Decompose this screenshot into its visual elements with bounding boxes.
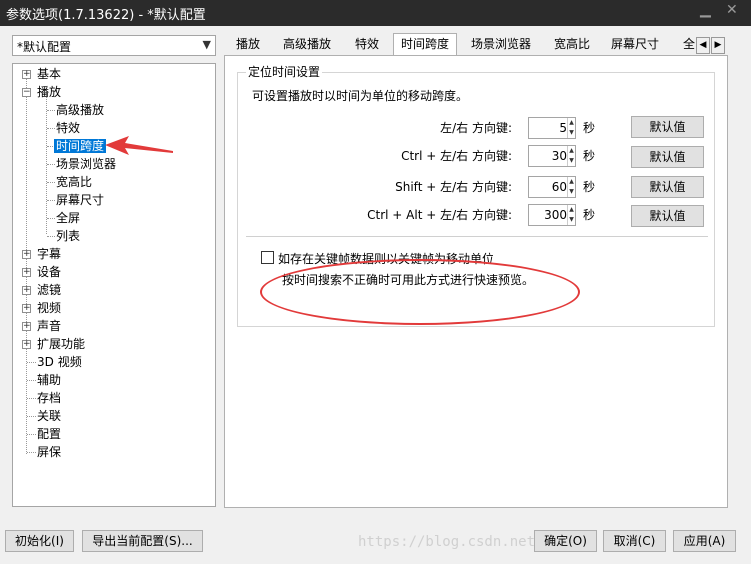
tree-item-devices[interactable]: 设备 [37, 263, 61, 281]
tree-item-extensions[interactable]: 扩展功能 [37, 335, 85, 353]
expand-icon[interactable]: + [22, 340, 31, 349]
label-left-right: 左/右 方向键: [440, 121, 512, 135]
spin-arrows-icon[interactable]: ▲ ▼ [567, 205, 575, 225]
tree-item-video[interactable]: 视频 [37, 299, 61, 317]
expand-icon[interactable]: + [22, 304, 31, 313]
tab-aspect-ratio[interactable]: 宽高比 [546, 33, 598, 55]
minimize-icon[interactable]: ▁ [700, 2, 711, 18]
seek-left-right-spinbox[interactable]: 5 ▲ ▼ [528, 117, 576, 139]
expand-icon[interactable]: + [22, 286, 31, 295]
keyframe-checkbox[interactable] [261, 251, 274, 264]
tab-scroll-right-icon[interactable]: ▶ [711, 37, 725, 54]
group-description: 可设置播放时以时间为单位的移动跨度。 [252, 89, 469, 103]
label-shift-left-right: Shift + 左/右 方向键: [395, 180, 512, 194]
tree-item-association[interactable]: 关联 [37, 407, 61, 425]
tab-panel-time-span: 定位时间设置 可设置播放时以时间为单位的移动跨度。 左/右 方向键: 5 ▲ ▼ … [224, 55, 728, 508]
seek-shift-spinbox[interactable]: 60 ▲ ▼ [528, 176, 576, 198]
tree-item-screensaver[interactable]: 屏保 [37, 443, 61, 461]
tab-screen-size[interactable]: 屏幕尺寸 [603, 33, 667, 55]
spin-arrows-icon[interactable]: ▲ ▼ [567, 146, 575, 166]
tree-item-basic[interactable]: 基本 [37, 65, 61, 83]
seek-ctrl-alt-spinbox[interactable]: 300 ▲ ▼ [528, 204, 576, 226]
tree-item-advanced-playback[interactable]: 高级播放 [56, 101, 104, 119]
tree-item-subtitles[interactable]: 字幕 [37, 245, 61, 263]
tree-item-aspect-ratio[interactable]: 宽高比 [56, 173, 92, 191]
chevron-down-icon[interactable]: ▼ [203, 38, 211, 51]
label-ctrl-alt-left-right: Ctrl + Alt + 左/右 方向键: [367, 208, 512, 222]
tab-scroll-left-icon[interactable]: ◀ [696, 37, 710, 54]
init-button[interactable]: 初始化(I) [5, 530, 74, 552]
spin-arrows-icon[interactable]: ▲ ▼ [567, 177, 575, 197]
settings-tree: + 基本 − 播放 高级播放 特效 时间跨度 场景浏览器 宽高比 屏幕尺寸 全屏… [12, 63, 216, 507]
tree-item-config[interactable]: 配置 [37, 425, 61, 443]
cancel-button[interactable]: 取消(C) [603, 530, 666, 552]
expand-icon[interactable]: + [22, 70, 31, 79]
tab-playback[interactable]: 播放 [228, 33, 268, 55]
default-button-ctrl[interactable]: 默认值 [631, 146, 704, 168]
ok-button[interactable]: 确定(O) [534, 530, 597, 552]
seek-ctrl-spinbox[interactable]: 30 ▲ ▼ [528, 145, 576, 167]
divider [246, 236, 708, 237]
export-config-button[interactable]: 导出当前配置(S)... [82, 530, 203, 552]
profile-combobox-value: *默认配置 [17, 40, 72, 54]
tree-item-accessibility[interactable]: 辅助 [37, 371, 61, 389]
apply-button[interactable]: 应用(A) [673, 530, 736, 552]
spin-arrows-icon[interactable]: ▲ ▼ [567, 118, 575, 138]
tree-item-3d-video[interactable]: 3D 视频 [37, 353, 82, 371]
title-bar: 参数选项(1.7.13622) - *默认配置 ▁ ✕ [0, 0, 751, 26]
tab-time-span[interactable]: 时间跨度 [393, 33, 458, 56]
red-ellipse-annotation [260, 259, 580, 325]
tab-advanced-playback[interactable]: 高级播放 [275, 33, 339, 55]
expand-icon[interactable]: + [22, 322, 31, 331]
tree-item-effects[interactable]: 特效 [56, 119, 80, 137]
expand-icon[interactable]: + [22, 268, 31, 277]
tree-item-playlist[interactable]: 列表 [56, 227, 80, 245]
window-title: 参数选项(1.7.13622) - *默认配置 [6, 8, 206, 23]
close-icon[interactable]: ✕ [726, 2, 738, 18]
tab-effects[interactable]: 特效 [347, 33, 387, 55]
default-button-shift[interactable]: 默认值 [631, 176, 704, 198]
tree-item-audio[interactable]: 声音 [37, 317, 61, 335]
profile-combobox[interactable]: *默认配置 ▼ [12, 35, 216, 56]
tree-item-time-span[interactable]: 时间跨度 [54, 137, 107, 155]
label-ctrl-left-right: Ctrl + 左/右 方向键: [401, 149, 512, 163]
tree-item-screen-size[interactable]: 屏幕尺寸 [56, 191, 104, 209]
expand-icon[interactable]: + [22, 250, 31, 259]
tree-item-fullscreen[interactable]: 全屏 [56, 209, 80, 227]
default-button-left-right[interactable]: 默认值 [631, 116, 704, 138]
group-title: 定位时间设置 [246, 63, 323, 80]
tree-item-playback[interactable]: 播放 [37, 83, 61, 101]
tab-scene-browser[interactable]: 场景浏览器 [463, 33, 539, 55]
seek-time-group: 定位时间设置 可设置播放时以时间为单位的移动跨度。 左/右 方向键: 5 ▲ ▼ … [237, 63, 715, 327]
default-button-ctrl-alt[interactable]: 默认值 [631, 205, 704, 227]
tree-item-archive[interactable]: 存档 [37, 389, 61, 407]
collapse-icon[interactable]: − [22, 88, 31, 97]
red-arrow-annotation [105, 136, 173, 155]
tree-item-filters[interactable]: 滤镜 [37, 281, 61, 299]
